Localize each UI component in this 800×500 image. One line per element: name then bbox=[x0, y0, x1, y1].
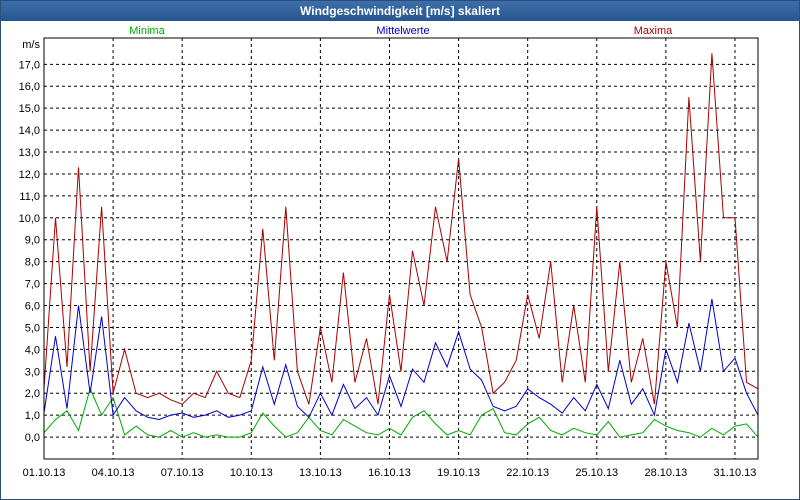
x-axis-ticks: 01.10.13 04.10.13 07.10.13 10.10.13 13.10.13… bbox=[23, 467, 757, 479]
legend-mittelwerte: Mittelwerte bbox=[376, 25, 429, 37]
y-tick-label: 10,0 bbox=[19, 213, 40, 225]
x-tick-label: 10.10.13 bbox=[230, 467, 273, 479]
y-axis-ticks: 0,0 1,0 2,0 3,0 4,0 5,0 6,0 7,0 8,0 9,0 10,0 11,0 12… bbox=[19, 59, 40, 444]
y-tick-label: 2,0 bbox=[25, 388, 40, 400]
window-title: Windgeschwindigkeit [m/s] skaliert bbox=[1, 1, 799, 21]
y-axis-unit: m/s bbox=[22, 39, 40, 51]
x-tick-label: 19.10.13 bbox=[437, 467, 480, 479]
y-tick-label: 16,0 bbox=[19, 81, 40, 93]
mittelwerte-line bbox=[43, 298, 759, 421]
maxima-line bbox=[43, 53, 759, 405]
x-tick-label: 04.10.13 bbox=[92, 467, 135, 479]
y-tick-label: 8,0 bbox=[25, 257, 40, 269]
y-tick-label: 6,0 bbox=[25, 301, 40, 313]
y-tick-label: 0,0 bbox=[25, 432, 40, 444]
x-tick-label: 22.10.13 bbox=[506, 467, 549, 479]
x-tick-label: 07.10.13 bbox=[161, 467, 204, 479]
y-tick-label: 14,0 bbox=[19, 125, 40, 137]
x-tick-label: 28.10.13 bbox=[644, 467, 687, 479]
y-tick-label: 3,0 bbox=[25, 366, 40, 378]
x-tick-label: 31.10.13 bbox=[714, 467, 757, 479]
x-tick-label: 01.10.13 bbox=[23, 467, 66, 479]
y-tick-label: 7,0 bbox=[25, 279, 40, 291]
y-tick-label: 11,0 bbox=[19, 191, 40, 203]
chart-area: 0,0 1,0 2,0 3,0 4,0 5,0 6,0 7,0 8,0 9,0 10,0 11,0 12… bbox=[19, 25, 759, 479]
y-tick-label: 17,0 bbox=[19, 59, 40, 71]
y-tick-label: 9,0 bbox=[25, 235, 40, 247]
y-tick-label: 13,0 bbox=[19, 147, 40, 159]
chart-window: Windgeschwindigkeit [m/s] skaliert 0,0 1,… bbox=[0, 0, 800, 500]
y-tick-label: 1,0 bbox=[25, 410, 40, 422]
series-lines bbox=[43, 53, 759, 438]
x-tick-label: 16.10.13 bbox=[368, 467, 411, 479]
x-tick-label: 25.10.13 bbox=[575, 467, 618, 479]
y-tick-label: 4,0 bbox=[25, 344, 40, 356]
legend-maxima: Maxima bbox=[634, 25, 673, 37]
x-tick-label: 13.10.13 bbox=[299, 467, 342, 479]
y-tick-label: 5,0 bbox=[25, 322, 40, 334]
y-tick-label: 12,0 bbox=[19, 169, 40, 181]
legend-minima: Minima bbox=[129, 25, 165, 37]
y-tick-label: 15,0 bbox=[19, 103, 40, 115]
